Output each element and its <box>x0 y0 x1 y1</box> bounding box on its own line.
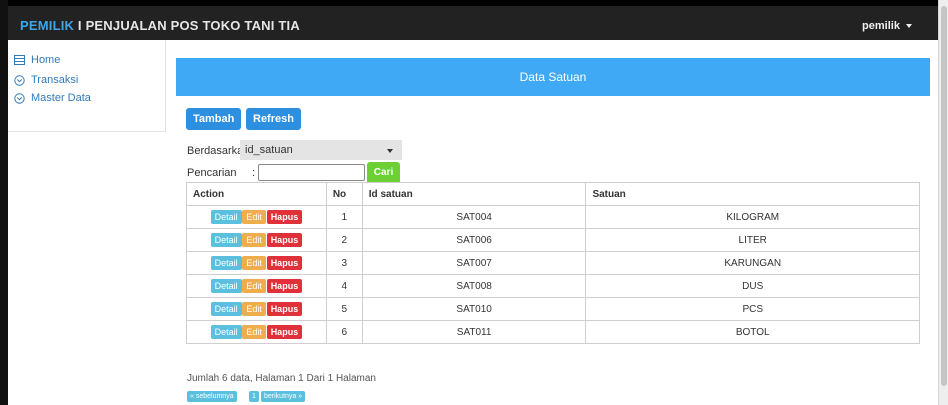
brand-separator: I <box>74 18 86 33</box>
cell-satuan: BOTOL <box>585 320 920 344</box>
chevron-down-icon <box>387 149 393 153</box>
add-button[interactable]: Tambah <box>186 108 242 130</box>
edit-button[interactable]: Edit <box>242 325 266 339</box>
scrollbar-thumb[interactable] <box>941 6 947 386</box>
sidebar-item-label: Transaksi <box>31 74 79 86</box>
page-scrollbar[interactable] <box>938 0 948 405</box>
cell-id-satuan: SAT007 <box>361 251 587 275</box>
delete-button[interactable]: Hapus <box>266 210 303 224</box>
cell-satuan: PCS <box>585 297 920 321</box>
cell-satuan: LITER <box>585 228 920 252</box>
cell-satuan: KARUNGAN <box>585 251 920 275</box>
table-row: Detail Edit Hapus 2 SAT006 LITER <box>186 228 920 252</box>
edit-button[interactable]: Edit <box>242 302 266 316</box>
caret-down-icon <box>906 24 912 29</box>
row-actions: Detail Edit Hapus <box>186 228 327 252</box>
sidebar-item-master-data[interactable]: Master Data <box>14 92 91 104</box>
brand-app-name: PENJUALAN POS TOKO TANI TIA <box>85 18 300 33</box>
cell-no: 1 <box>325 205 363 229</box>
cell-id-satuan: SAT011 <box>361 320 587 344</box>
row-actions: Detail Edit Hapus <box>186 205 327 229</box>
detail-button[interactable]: Detail <box>210 256 242 270</box>
search-colon: : <box>252 167 256 179</box>
cell-satuan: KILOGRAM <box>585 205 920 229</box>
row-actions: Detail Edit Hapus <box>186 297 327 321</box>
detail-button[interactable]: Detail <box>210 233 242 247</box>
detail-button[interactable]: Detail <box>210 325 242 339</box>
sidebar-item-label: Home <box>31 54 61 66</box>
row-actions: Detail Edit Hapus <box>186 320 327 344</box>
refresh-button[interactable]: Refresh <box>246 108 301 130</box>
detail-button[interactable]: Detail <box>210 210 242 224</box>
table-row: Detail Edit Hapus 1 SAT004 KILOGRAM <box>186 205 920 229</box>
delete-button[interactable]: Hapus <box>266 279 303 293</box>
cell-id-satuan: SAT006 <box>361 228 587 252</box>
search-input[interactable] <box>258 164 365 181</box>
window-left-edge <box>0 0 8 405</box>
filter-select[interactable]: id_satuan <box>240 140 402 160</box>
cell-id-satuan: SAT008 <box>361 274 587 298</box>
cell-no: 3 <box>325 251 363 275</box>
edit-button[interactable]: Edit <box>242 233 266 247</box>
cell-no: 6 <box>325 320 363 344</box>
table-row: Detail Edit Hapus 6 SAT011 BOTOL <box>186 320 920 344</box>
table-row: Detail Edit Hapus 3 SAT007 KARUNGAN <box>186 251 920 275</box>
delete-button[interactable]: Hapus <box>266 302 303 316</box>
column-header-id-satuan: Id satuan <box>361 182 587 206</box>
table-row: Detail Edit Hapus 5 SAT010 PCS <box>186 297 920 321</box>
edit-button[interactable]: Edit <box>242 210 266 224</box>
cell-no: 2 <box>325 228 363 252</box>
delete-button[interactable]: Hapus <box>266 233 303 247</box>
top-navbar: PEMILIK I PENJUALAN POS TOKO TANI TIA pe… <box>8 0 938 40</box>
edit-button[interactable]: Edit <box>242 279 266 293</box>
search-label: Pencarian <box>187 167 237 179</box>
prev-page-button[interactable]: « sebelumnya <box>187 391 237 402</box>
user-menu-label: pemilik <box>862 20 900 32</box>
sidebar: Home Transaksi Master Data <box>8 40 166 132</box>
delete-button[interactable]: Hapus <box>266 325 303 339</box>
row-actions: Detail Edit Hapus <box>186 251 327 275</box>
column-header-action: Action <box>186 182 327 206</box>
cell-satuan: DUS <box>585 274 920 298</box>
panel-title: Data Satuan <box>176 58 930 96</box>
edit-button[interactable]: Edit <box>242 256 266 270</box>
sidebar-item-transaksi[interactable]: Transaksi <box>14 74 78 86</box>
pagination-summary: Jumlah 6 data, Halaman 1 Dari 1 Halaman <box>187 373 376 384</box>
sidebar-item-label: Master Data <box>31 92 91 104</box>
chevron-circle-icon <box>14 92 25 104</box>
table-header-row: Action No Id satuan Satuan <box>186 182 920 206</box>
brand-title[interactable]: PEMILIK I PENJUALAN POS TOKO TANI TIA <box>20 18 300 33</box>
detail-button[interactable]: Detail <box>210 279 242 293</box>
delete-button[interactable]: Hapus <box>266 256 303 270</box>
row-actions: Detail Edit Hapus <box>186 274 327 298</box>
column-header-no: No <box>325 182 363 206</box>
cell-id-satuan: SAT010 <box>361 297 587 321</box>
app-window: PEMILIK I PENJUALAN POS TOKO TANI TIA pe… <box>0 0 948 405</box>
cell-no: 5 <box>325 297 363 321</box>
cell-no: 4 <box>325 274 363 298</box>
chevron-circle-icon <box>14 74 25 86</box>
cell-id-satuan: SAT004 <box>361 205 587 229</box>
page-1-button[interactable]: 1 <box>249 391 259 402</box>
search-button[interactable]: Cari <box>367 162 400 184</box>
next-page-button[interactable]: berikutnya » <box>261 391 306 402</box>
brand-role: PEMILIK <box>20 18 75 33</box>
table-icon <box>14 55 25 65</box>
table-row: Detail Edit Hapus 4 SAT008 DUS <box>186 274 920 298</box>
user-menu[interactable]: pemilik <box>862 20 912 32</box>
sidebar-item-home[interactable]: Home <box>14 54 60 66</box>
filter-select-value: id_satuan <box>245 144 293 156</box>
detail-button[interactable]: Detail <box>210 302 242 316</box>
column-header-satuan: Satuan <box>585 182 920 206</box>
satuan-table: Action No Id satuan Satuan Detail Edit H… <box>186 182 920 344</box>
